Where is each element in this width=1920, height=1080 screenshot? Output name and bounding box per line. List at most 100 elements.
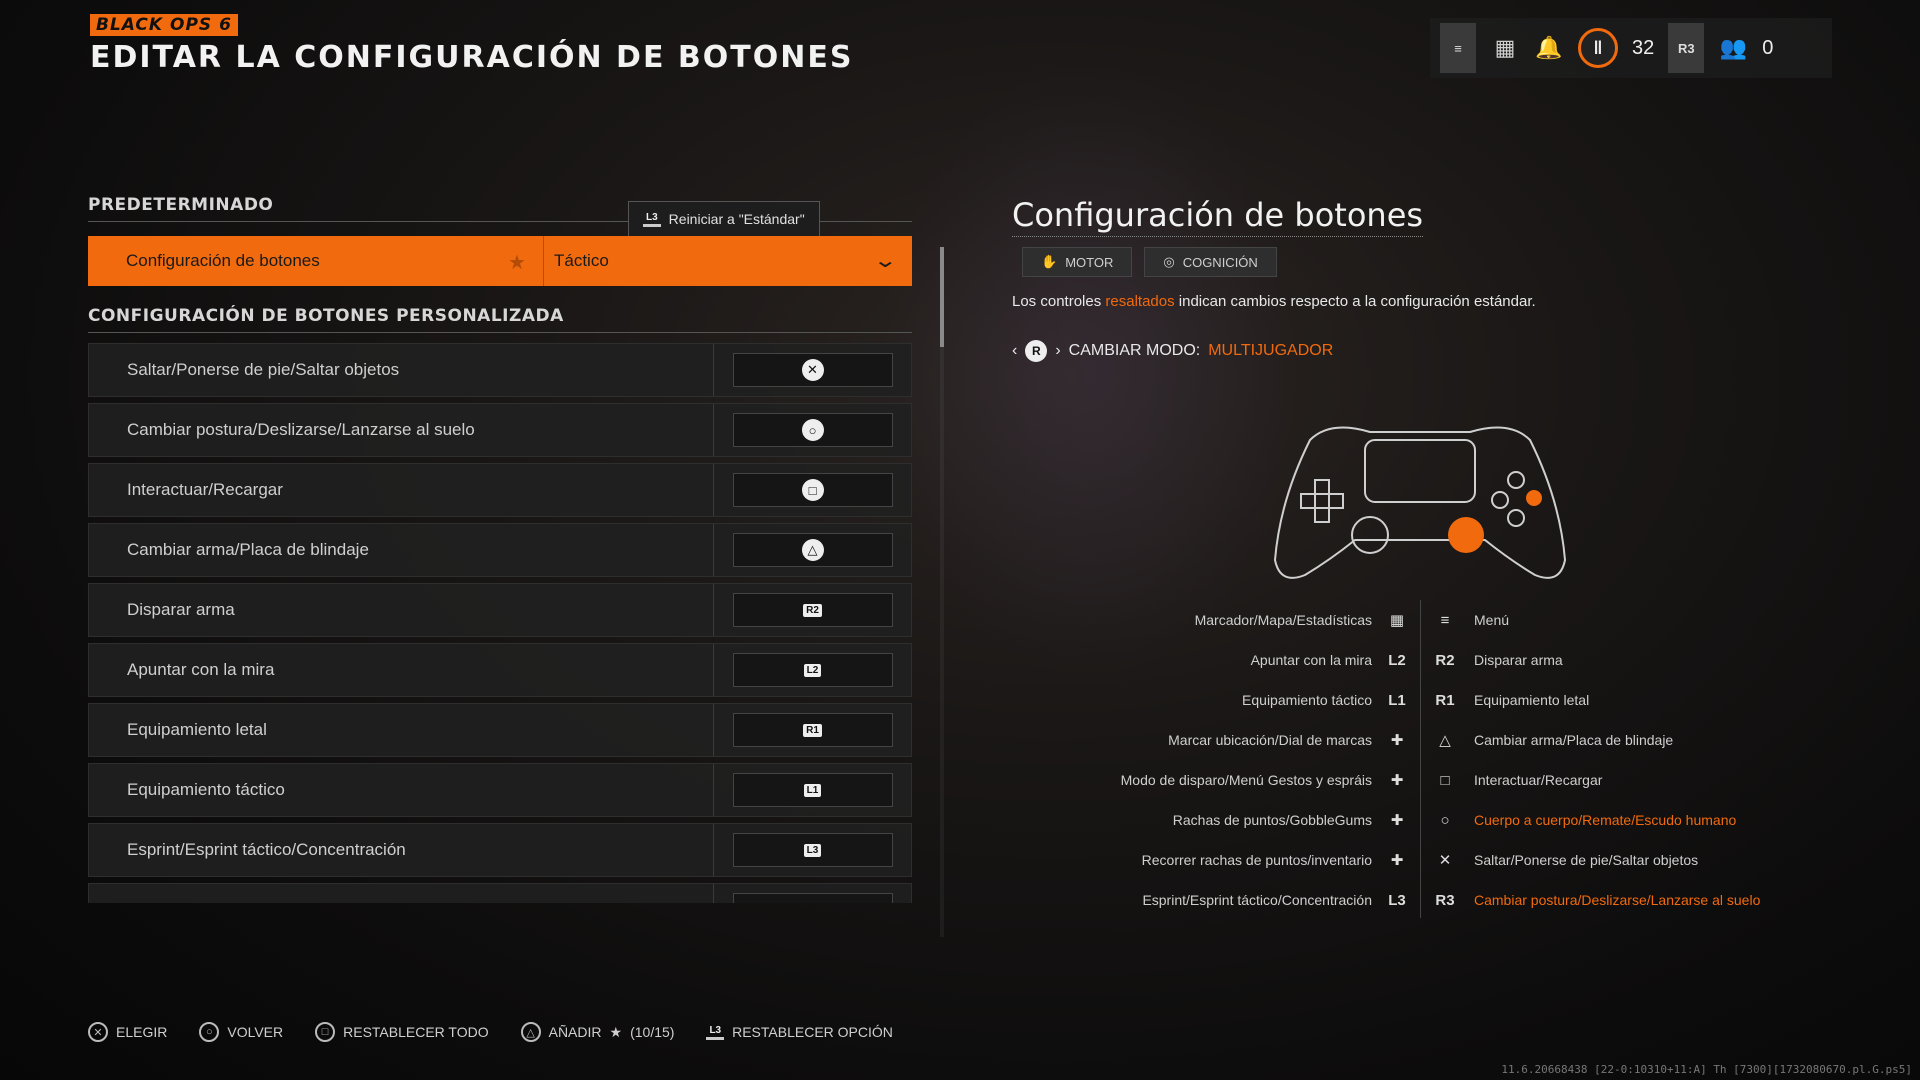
prompt-reset-all[interactable]: □ RESTABLECER TODO — [315, 1022, 489, 1042]
menu-button[interactable]: ≡ — [1440, 23, 1476, 73]
legend-icon: L1 — [1388, 691, 1406, 709]
binding-row[interactable]: Cambiar arma/Placa de blindaje △ — [88, 523, 912, 577]
legend-row: Apuntar con la mira L2 — [1062, 640, 1412, 680]
note-suffix: indican cambios respecto a la configurac… — [1174, 293, 1536, 310]
triangle-button — [1507, 471, 1525, 489]
binding-key-box[interactable]: R3 — [732, 893, 893, 903]
binding-key-box[interactable]: □ — [732, 473, 893, 507]
legend-row: ≡ Menú — [1430, 600, 1820, 640]
change-mode-toggle[interactable]: ‹ R › CAMBIAR MODO: MULTIJUGADOR — [1012, 340, 1832, 362]
prompt-back-label: VOLVER — [227, 1024, 284, 1040]
binding-row[interactable]: Apuntar con la mira L2 — [88, 643, 912, 697]
prompt-add-favorite[interactable]: △ AÑADIR ★ (10/15) — [520, 1022, 675, 1042]
legend-icon: ✚ — [1390, 852, 1404, 869]
legend-row: R2 Disparar arma — [1430, 640, 1820, 680]
binding-key-cell: L2 — [714, 653, 911, 687]
binding-row[interactable]: Equipamiento letal R1 — [88, 703, 912, 757]
legend-text: Marcador/Mapa/Estadísticas — [1194, 612, 1372, 628]
tab-cognicion-label: COGNICIÓN — [1182, 254, 1258, 270]
binding-key-box[interactable]: L3 — [732, 833, 893, 867]
binding-label: Esprint/Esprint táctico/Concentración — [89, 824, 714, 876]
legend-icon: □ — [1440, 771, 1450, 789]
legend-text: Cambiar postura/Deslizarse/Lanzarse al s… — [1474, 892, 1761, 908]
binding-row[interactable]: Interactuar/Recargar □ — [88, 463, 912, 517]
binding-key-cell: ✕ — [714, 353, 911, 387]
legend-text: Saltar/Ponerse de pie/Saltar objetos — [1474, 852, 1699, 868]
prompt-add-count: (10/15) — [630, 1024, 675, 1040]
binding-key-box[interactable]: △ — [732, 533, 893, 567]
binding-key-cell: ○ — [714, 413, 911, 447]
circle-button-highlight — [1526, 490, 1542, 506]
tab-cognicion[interactable]: ◎ COGNICIÓN — [1144, 247, 1277, 277]
binding-key-cell: L3 — [714, 833, 911, 867]
button-glyph-icon: L3 — [803, 843, 822, 857]
note-highlight: resaltados — [1105, 293, 1175, 310]
binding-row[interactable]: Equipamiento táctico L1 — [88, 763, 912, 817]
legend-text: Apuntar con la mira — [1250, 652, 1372, 668]
binding-key-box[interactable]: L2 — [732, 653, 893, 687]
binding-label: Cambiar arma/Placa de blindaje — [89, 524, 714, 576]
binding-label: Saltar/Ponerse de pie/Saltar objetos — [89, 344, 714, 396]
binding-key-box[interactable]: ○ — [732, 413, 893, 447]
binding-row[interactable]: Cuerpo a cuerpo/Remate/Escudo humano R3 — [88, 883, 912, 903]
binding-row[interactable]: Cambiar postura/Deslizarse/Lanzarse al s… — [88, 403, 912, 457]
legend-row: Marcar ubicación/Dial de marcas ✚ — [1062, 720, 1412, 760]
left-stick — [1351, 516, 1389, 554]
legend-row: Rachas de puntos/GobbleGums ✚ — [1062, 800, 1412, 840]
legend-left-column: Marcador/Mapa/Estadísticas ▦ Apuntar con l… — [1062, 600, 1412, 920]
page-title: EDITAR LA CONFIGURACIÓN DE BOTONES — [90, 40, 854, 75]
reset-standard-tooltip[interactable]: L3 Reiniciar a "Estándar" — [628, 201, 820, 237]
binding-key-box[interactable]: L1 — [732, 773, 893, 807]
legend-icon: ✕ — [1438, 852, 1452, 869]
button-prompts: ✕ ELEGIR ○ VOLVER □ RESTABLECER TODO △ AÑADI… — [88, 1022, 893, 1042]
settings-panel: PREDETERMINADO L3 Reiniciar a "Estándar"… — [88, 195, 912, 903]
legend-icon: ✚ — [1390, 812, 1404, 829]
party-icon[interactable]: 👥 — [1718, 33, 1748, 63]
triangle-icon: △ — [520, 1022, 541, 1042]
legend-row: Modo de disparo/Menú Gestos y espráis ✚ — [1062, 760, 1412, 800]
legend-icon: △ — [1439, 732, 1451, 749]
binding-row[interactable]: Disparar arma R2 — [88, 583, 912, 637]
r3-button[interactable]: R3 — [1668, 23, 1705, 73]
binding-key-box[interactable]: R2 — [732, 593, 893, 627]
legend-text: Rachas de puntos/GobbleGums — [1172, 812, 1372, 828]
binding-row[interactable]: Esprint/Esprint táctico/Concentración L3 — [88, 823, 912, 877]
star-icon[interactable]: ★ — [508, 250, 526, 275]
prompt-reset-all-label: RESTABLECER TODO — [343, 1024, 489, 1040]
legend-row: Esprint/Esprint táctico/Concentración L3 — [1062, 880, 1412, 920]
legend-row: □ Interactuar/Recargar — [1430, 760, 1820, 800]
tab-motor[interactable]: ✋ MOTOR — [1022, 247, 1133, 277]
binding-key-box[interactable]: R1 — [732, 713, 893, 747]
prompt-add-label: AÑADIR — [548, 1024, 602, 1040]
preset-value: Táctico — [543, 236, 912, 286]
prompt-reset-option[interactable]: L3 RESTABLECER OPCIÓN — [706, 1024, 893, 1040]
binding-label: Cambiar postura/Deslizarse/Lanzarse al s… — [89, 404, 714, 456]
reset-tip-label: Reiniciar a "Estándar" — [668, 211, 805, 227]
circle-icon: ○ — [199, 1022, 220, 1042]
binding-key-cell: R3 — [714, 893, 911, 903]
prompt-back[interactable]: ○ VOLVER — [199, 1022, 283, 1042]
bell-icon[interactable]: 🔔 — [1534, 33, 1564, 63]
prompt-select[interactable]: ✕ ELEGIR — [88, 1022, 167, 1042]
legend-icon: R1 — [1435, 691, 1455, 709]
l3-icon: L3 — [706, 1025, 725, 1040]
button-glyph-icon: □ — [801, 479, 824, 501]
button-glyph-icon: ○ — [801, 419, 824, 441]
binding-key-box[interactable]: ✕ — [732, 353, 893, 387]
legend-row: Marcador/Mapa/Estadísticas ▦ — [1062, 600, 1412, 640]
binding-key-cell: L1 — [714, 773, 911, 807]
note-prefix: Los controles — [1012, 293, 1106, 310]
grid-icon[interactable]: ▦ — [1490, 33, 1520, 63]
binding-label: Equipamiento letal — [89, 704, 714, 756]
scrollbar[interactable] — [940, 247, 944, 347]
button-glyph-icon: R1 — [803, 723, 822, 737]
button-layout-preset-dropdown[interactable]: Configuración de botones ★ Táctico ⌄ — [88, 236, 912, 286]
right-stick-highlight — [1448, 517, 1484, 553]
legend-text: Marcar ubicación/Dial de marcas — [1168, 732, 1372, 748]
legend-row: Recorrer rachas de puntos/inventario ✚ — [1062, 840, 1412, 880]
legend-text: Disparar arma — [1474, 652, 1563, 668]
binding-row[interactable]: Saltar/Ponerse de pie/Saltar objetos ✕ — [88, 343, 912, 397]
legend-icon: L3 — [1388, 891, 1406, 909]
cross-icon: ✕ — [88, 1022, 108, 1042]
accessibility-tabs: ✋ MOTOR ◎ COGNICIÓN — [1022, 247, 1832, 277]
